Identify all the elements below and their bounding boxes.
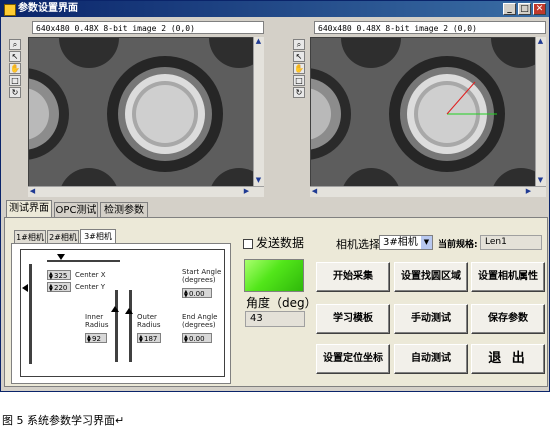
zoom-icon[interactable]: ⌕ [9, 39, 21, 50]
maximize-button[interactable]: □ [518, 3, 531, 15]
start-capture-button[interactable]: 开始采集 [316, 262, 390, 292]
start-angle-input[interactable]: ▲ ▼ 0.00 [182, 288, 212, 299]
tab-detection-params[interactable]: 检测参数 [100, 202, 148, 217]
rotate-icon[interactable]: ↻ [293, 87, 305, 98]
scroll-up-icon[interactable]: ▲ [536, 37, 545, 46]
horizontal-slider-pointer[interactable] [57, 254, 65, 260]
tab-camera-2[interactable]: 2#相机 [47, 230, 79, 243]
angle-label: 角度（deg） [246, 296, 317, 310]
set-position-coords-button[interactable]: 设置定位坐标 [316, 344, 390, 374]
send-data-label: 发送数据 [256, 236, 305, 250]
start-angle-value: 0.00 [189, 290, 205, 298]
send-data-checkbox[interactable]: 发送数据 [243, 236, 304, 250]
inner-radius-slider-rail[interactable] [115, 290, 118, 362]
center-y-label: Center Y [75, 283, 106, 291]
outer-radius-slider-pointer[interactable] [125, 308, 133, 314]
title-bar: 参数设置界面 _ □ ✕ [1, 1, 549, 17]
pointer-icon[interactable]: ↖ [9, 51, 21, 62]
scroll-left-icon[interactable]: ◀ [310, 187, 319, 196]
close-button[interactable]: ✕ [533, 3, 546, 15]
vertical-slider-pointer[interactable] [22, 284, 28, 292]
camera-select-value: 3#相机 [383, 237, 418, 248]
end-angle-label: End Angle (degrees) [182, 313, 218, 329]
outer-radius-slider-rail[interactable] [129, 290, 132, 362]
test-interface-page: 1#相机 2#相机 3#相机 ▲ ▼ 325 Center X ▲ ▼ 220 Cent… [4, 217, 548, 387]
status-led-indicator [244, 259, 304, 292]
chevron-down-icon[interactable]: ▼ [421, 236, 432, 249]
right-image-info: 640x480 0.48X 8-bit image 2 (0,0) [314, 21, 546, 34]
minimize-button[interactable]: _ [503, 3, 516, 15]
scroll-down-icon[interactable]: ▼ [254, 176, 263, 185]
figure-caption: 图 5 系统参数学习界面↵ [2, 414, 125, 427]
settings-window: 参数设置界面 _ □ ✕ 640x480 0.48X 8-bit image 2… [0, 0, 550, 392]
inner-radius-value: 92 [92, 335, 101, 343]
right-camera-picture [311, 38, 545, 196]
start-angle-label: Start Angle (degrees) [182, 268, 222, 284]
scroll-left-icon[interactable]: ◀ [28, 187, 37, 196]
left-horizontal-scrollbar[interactable]: ◀ ▶ [28, 186, 264, 197]
scroll-down-icon[interactable]: ▼ [536, 176, 545, 185]
current-spec-field: Len1 [480, 235, 542, 250]
current-spec-label: 当前规格: [438, 240, 478, 250]
scroll-up-icon[interactable]: ▲ [254, 37, 263, 46]
right-camera-image[interactable] [310, 37, 546, 197]
tab-camera-3[interactable]: 3#相机 [80, 229, 116, 243]
end-angle-input[interactable]: ▲ ▼ 0.00 [182, 333, 212, 344]
outer-radius-value: 187 [144, 335, 158, 343]
left-image-info: 640x480 0.48X 8-bit image 2 (0,0) [32, 21, 264, 34]
tab-test-interface[interactable]: 测试界面 [6, 200, 52, 217]
tab-camera-1[interactable]: 1#相机 [14, 230, 46, 243]
app-icon [4, 4, 16, 16]
center-x-label: Center X [75, 271, 106, 279]
zoom-icon[interactable]: ⌕ [293, 39, 305, 50]
learn-template-button[interactable]: 学习模板 [316, 304, 390, 334]
pan-icon[interactable]: ✋ [293, 63, 305, 74]
left-vertical-scrollbar[interactable]: ▲ ▼ [253, 37, 264, 186]
camera-select-dropdown[interactable]: 3#相机 ▼ [379, 235, 433, 250]
left-camera-image[interactable] [28, 37, 264, 197]
horizontal-slider-rail[interactable] [47, 260, 120, 262]
rotate-icon[interactable]: ↻ [9, 87, 21, 98]
window-title: 参数设置界面 [18, 3, 78, 14]
rectangle-icon[interactable]: □ [9, 75, 21, 86]
right-vertical-scrollbar[interactable]: ▲ ▼ [535, 37, 546, 186]
center-y-input[interactable]: ▲ ▼ 220 [47, 282, 71, 293]
center-y-value: 220 [54, 284, 68, 292]
auto-test-button[interactable]: 自动测试 [394, 344, 468, 374]
manual-test-button[interactable]: 手动测试 [394, 304, 468, 334]
outer-radius-label: Outer Radius [137, 313, 161, 329]
roi-settings-frame: ▲ ▼ 325 Center X ▲ ▼ 220 Center Y Start Angl… [20, 249, 225, 377]
left-camera-picture [29, 38, 263, 196]
exit-button[interactable]: 退 出 [471, 344, 545, 374]
tab-opc-test[interactable]: OPC测试 [54, 202, 98, 217]
end-angle-value: 0.00 [189, 335, 205, 343]
scroll-right-icon[interactable]: ▶ [242, 187, 251, 196]
angle-value-field: 43 [245, 311, 305, 327]
vertical-slider-rail[interactable] [29, 264, 32, 364]
inner-radius-slider-pointer[interactable] [111, 306, 119, 312]
save-params-button[interactable]: 保存参数 [471, 304, 545, 334]
right-tool-palette: ⌕ ↖ ✋ □ ↻ [292, 39, 307, 99]
center-x-value: 325 [54, 272, 68, 280]
scroll-right-icon[interactable]: ▶ [524, 187, 533, 196]
camera-select-label: 相机选择 [336, 238, 380, 251]
pan-icon[interactable]: ✋ [9, 63, 21, 74]
pointer-icon[interactable]: ↖ [293, 51, 305, 62]
camera-3-roi-page: ▲ ▼ 325 Center X ▲ ▼ 220 Center Y Start Angl… [11, 243, 231, 384]
center-x-input[interactable]: ▲ ▼ 325 [47, 270, 71, 281]
inner-radius-input[interactable]: ▲ ▼ 92 [85, 333, 107, 344]
left-tool-palette: ⌕ ↖ ✋ □ ↻ [8, 39, 23, 99]
inner-radius-label: Inner Radius [85, 313, 109, 329]
rectangle-icon[interactable]: □ [293, 75, 305, 86]
outer-radius-input[interactable]: ▲ ▼ 187 [137, 333, 161, 344]
checkbox-icon[interactable] [243, 238, 253, 249]
right-horizontal-scrollbar[interactable]: ◀ ▶ [310, 186, 546, 197]
set-camera-properties-button[interactable]: 设置相机属性 [471, 262, 545, 292]
set-search-region-button[interactable]: 设置找圆区域 [394, 262, 468, 292]
